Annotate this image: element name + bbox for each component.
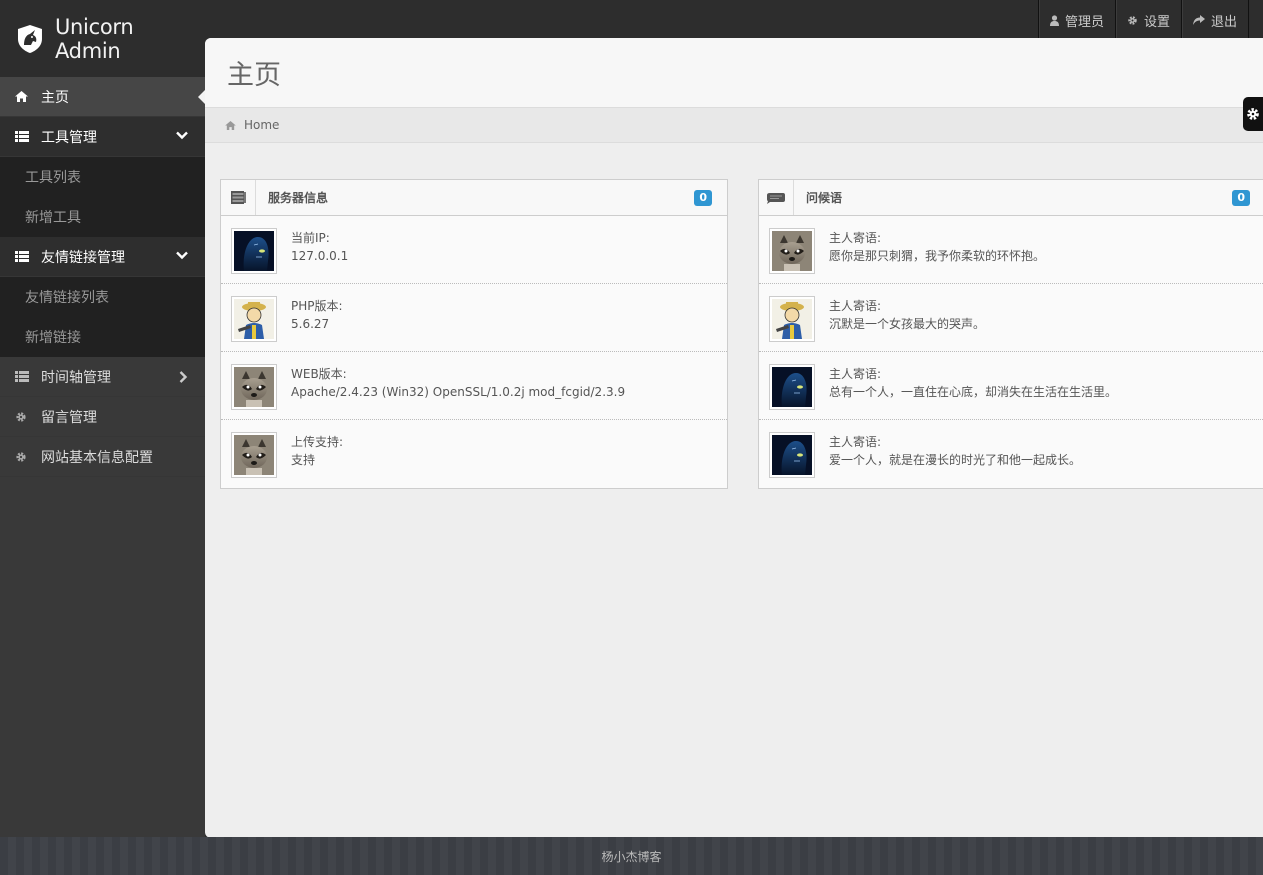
chevron-down-icon xyxy=(176,251,188,260)
breadcrumb-home-link[interactable]: Home xyxy=(244,118,279,132)
list-icon xyxy=(15,371,29,382)
avatar[interactable] xyxy=(769,432,815,478)
item-value: 愿你是那只刺猬，我予你柔软的环怀抱。 xyxy=(829,249,1046,263)
list-item: 主人寄语: 爱一个人，就是在漫长的时光了和他一起成长。 xyxy=(759,420,1263,488)
home-icon xyxy=(15,91,28,102)
list-item: WEB版本: Apache/2.4.23 (Win32) OpenSSL/1.0.… xyxy=(221,352,727,420)
sidebar-item-messages[interactable]: 留言管理 xyxy=(0,397,205,437)
list-icon xyxy=(15,131,29,142)
sidebar-subitem-tool-list[interactable]: 工具列表 xyxy=(0,157,205,197)
item-label: 当前IP: xyxy=(291,231,330,245)
share-icon xyxy=(1192,14,1205,25)
count-badge: 0 xyxy=(1232,190,1250,206)
item-value: 爱一个人，就是在漫长的时光了和他一起成长。 xyxy=(829,453,1082,467)
sidebar-item-tools[interactable]: 工具管理 xyxy=(0,117,205,157)
sidebar-item-tools-label: 工具管理 xyxy=(41,129,97,146)
sidebar-subitem-tool-add-label: 新增工具 xyxy=(25,210,81,226)
sidebar-subitem-link-add[interactable]: 新增链接 xyxy=(0,317,205,357)
sidebar-subitem-link-add-label: 新增链接 xyxy=(25,330,81,346)
avatar[interactable] xyxy=(231,432,277,478)
brand[interactable]: Unicorn Admin xyxy=(0,0,205,77)
brand-title: Unicorn Admin xyxy=(54,14,134,63)
settings-menu-label: 设置 xyxy=(1143,14,1170,30)
count-badge: 0 xyxy=(694,190,712,206)
list-item: 当前IP: 127.0.0.1 xyxy=(221,216,727,284)
panel-title: 服务器信息 xyxy=(268,191,329,205)
logout-menu[interactable]: 退出 xyxy=(1182,0,1249,40)
list-item: 主人寄语: 总有一个人，一直住在心底，却消失在生活在生活里。 xyxy=(759,352,1263,420)
greetings-panel: 问候语 0 主人寄语: 愿你是那只刺猬，我予你柔软的环怀抱。 主人寄语: 沉默是一个… xyxy=(758,179,1263,489)
user-nav: 管理员 设置 退出 xyxy=(1037,0,1249,40)
panel-title: 问候语 xyxy=(806,191,843,205)
list-item: 主人寄语: 沉默是一个女孩最大的哭声。 xyxy=(759,284,1263,352)
item-label: WEB版本: xyxy=(291,367,347,381)
sidebar-subitem-tool-list-label: 工具列表 xyxy=(25,170,81,186)
user-icon xyxy=(1049,14,1059,26)
gear-icon xyxy=(16,451,26,462)
list-item: 主人寄语: 愿你是那只刺猬，我予你柔软的环怀抱。 xyxy=(759,216,1263,284)
avatar[interactable] xyxy=(769,296,815,342)
item-label: 主人寄语: xyxy=(829,231,882,245)
sidebar-item-messages-label: 留言管理 xyxy=(41,409,97,426)
breadcrumb: Home xyxy=(205,108,1263,143)
main-content: 主页 Home 服务器信息 0 当前IP: 127.0.0.1 PHP版本: 5.6… xyxy=(205,38,1263,838)
sidebar-item-site-config[interactable]: 网站基本信息配置 xyxy=(0,437,205,477)
avatar[interactable] xyxy=(231,228,277,274)
item-value: 沉默是一个女孩最大的哭声。 xyxy=(829,317,986,331)
item-label: PHP版本: xyxy=(291,299,343,313)
unicorn-logo-icon xyxy=(17,24,42,53)
item-label: 上传支持: xyxy=(291,435,344,449)
user-menu-label: 管理员 xyxy=(1064,14,1104,30)
list-item: PHP版本: 5.6.27 xyxy=(221,284,727,352)
list-item: 上传支持: 支持 xyxy=(221,420,727,488)
sidebar-item-links-label: 友情链接管理 xyxy=(41,249,125,266)
item-value: 127.0.0.1 xyxy=(291,249,349,263)
server-icon xyxy=(230,191,246,204)
footer: 杨小杰博客 xyxy=(0,837,1263,875)
item-value: 支持 xyxy=(291,453,316,467)
gear-icon xyxy=(1247,108,1259,120)
item-label: 主人寄语: xyxy=(829,435,882,449)
content-header: 主页 xyxy=(205,38,1263,108)
sidebar-subitem-link-list[interactable]: 友情链接列表 xyxy=(0,277,205,317)
gear-icon xyxy=(1128,15,1137,25)
panel-header: 服务器信息 0 xyxy=(221,180,727,216)
sidebar-item-home[interactable]: 主页 xyxy=(0,77,205,117)
footer-text: 杨小杰博客 xyxy=(601,849,662,864)
item-value: 5.6.27 xyxy=(291,317,330,331)
sidebar-item-site-config-label: 网站基本信息配置 xyxy=(41,449,153,466)
avatar[interactable] xyxy=(231,364,277,410)
panel-header: 问候语 0 xyxy=(759,180,1263,216)
gear-icon xyxy=(16,411,26,422)
page-title: 主页 xyxy=(227,60,281,91)
avatar[interactable] xyxy=(769,228,815,274)
avatar[interactable] xyxy=(769,364,815,410)
chevron-right-icon xyxy=(179,371,188,383)
sidebar-item-home-label: 主页 xyxy=(41,89,69,106)
settings-menu[interactable]: 设置 xyxy=(1116,0,1182,40)
list-icon xyxy=(15,251,29,262)
item-label: 主人寄语: xyxy=(829,299,882,313)
avatar[interactable] xyxy=(231,296,277,342)
sidebar: 主页 工具管理 工具列表 新增工具 友情链接管理 友情链接列表 新增链接 时间轴… xyxy=(0,77,205,837)
sidebar-subitem-tool-add[interactable]: 新增工具 xyxy=(0,197,205,237)
sidebar-subitem-link-list-label: 友情链接列表 xyxy=(25,290,109,306)
logout-menu-label: 退出 xyxy=(1210,14,1237,30)
sidebar-item-timeline-label: 时间轴管理 xyxy=(41,369,111,386)
server-info-panel: 服务器信息 0 当前IP: 127.0.0.1 PHP版本: 5.6.27 WEB版… xyxy=(220,179,728,489)
item-value: 总有一个人，一直住在心底，却消失在生活在生活里。 xyxy=(829,385,1118,399)
sidebar-item-links[interactable]: 友情链接管理 xyxy=(0,237,205,277)
sidebar-item-timeline[interactable]: 时间轴管理 xyxy=(0,357,205,397)
chevron-down-icon xyxy=(176,131,188,140)
item-label: 主人寄语: xyxy=(829,367,882,381)
item-value: Apache/2.4.23 (Win32) OpenSSL/1.0.2j mod… xyxy=(291,385,626,399)
style-switcher-button[interactable] xyxy=(1243,97,1263,131)
user-menu[interactable]: 管理员 xyxy=(1039,0,1116,40)
home-icon xyxy=(225,120,236,130)
comments-icon xyxy=(767,192,785,204)
